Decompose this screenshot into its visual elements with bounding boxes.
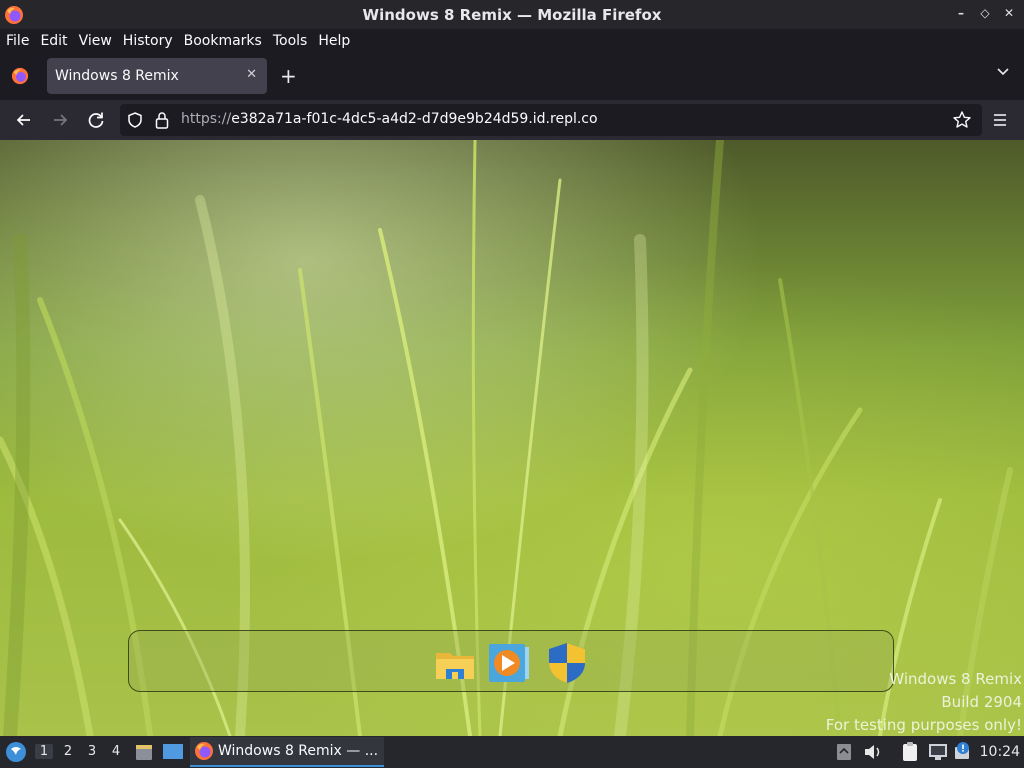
menu-bookmarks[interactable]: Bookmarks [178,33,267,49]
build-watermark: Windows 8 Remix Build 2904 For testing p… [826,668,1022,736]
minimize-button[interactable]: – [954,6,968,20]
window-controls: – ◇ ✕ [954,6,1016,20]
menu-view[interactable]: View [73,33,117,49]
menu-edit[interactable]: Edit [34,33,72,49]
system-taskbar: 1 2 3 4 Windows 8 Remix — ... 10:24 [0,736,1024,768]
window-titlebar: Windows 8 Remix — Mozilla Firefox – ◇ ✕ [0,0,1024,29]
file-manager-icon[interactable] [134,742,154,762]
list-all-tabs-icon[interactable] [996,65,1010,79]
lock-icon[interactable] [154,110,170,130]
tab-bar: Windows 8 Remix ✕ + [0,53,1024,100]
workspace-3[interactable]: 3 [83,744,101,759]
menu-bar: File Edit View History Bookmarks Tools H… [0,29,1024,53]
taskbar-window-label: Windows 8 Remix — ... [218,743,379,759]
address-bar[interactable]: https://e382a71a-f01c-4dc5-a4d2-d7d9e9b2… [120,104,982,136]
firefox-view-icon[interactable] [11,67,29,85]
watermark-line-2: Build 2904 [941,693,1022,711]
forward-arrow-icon[interactable] [49,109,71,131]
app-dock [128,630,894,692]
menu-tools[interactable]: Tools [267,33,313,49]
menu-history[interactable]: History [117,33,178,49]
new-tab-icon[interactable]: + [280,64,297,88]
workspace-2[interactable]: 2 [59,744,77,759]
bookmark-star-icon[interactable] [952,110,972,130]
tab-title: Windows 8 Remix [55,68,179,84]
web-content-desktop[interactable]: Windows 8 Remix Build 2904 For testing p… [0,140,1024,736]
taskbar-clock[interactable]: 10:24 [980,744,1020,760]
network-icon[interactable] [927,742,949,762]
menu-file[interactable]: File [0,33,34,49]
url-host: e382a71a-f01c-4dc5-a4d2-d7d9e9b24d59.id.… [231,111,598,127]
security-shield-icon[interactable] [545,641,589,685]
close-window-button[interactable]: ✕ [1002,6,1016,20]
media-player-icon[interactable] [487,641,531,685]
restore-button[interactable]: ◇ [978,6,992,20]
watermark-line-3: For testing purposes only! [825,716,1022,734]
clipboard-icon[interactable] [900,741,920,763]
back-arrow-icon[interactable] [13,109,35,131]
firefox-logo-icon [5,6,23,24]
taskbar-window-firefox[interactable]: Windows 8 Remix — ... [190,737,384,767]
url-text: https://e382a71a-f01c-4dc5-a4d2-d7d9e9b2… [181,111,598,127]
url-scheme: https:// [181,111,232,127]
window-title: Windows 8 Remix — Mozilla Firefox [362,5,662,24]
volume-icon[interactable] [863,743,883,761]
workspace-4[interactable]: 4 [107,744,125,759]
start-menu-icon[interactable] [5,741,27,763]
firefox-taskbar-icon [195,742,213,760]
notification-icon[interactable] [953,741,973,761]
watermark-line-1: Windows 8 Remix [889,670,1022,688]
workspace-1[interactable]: 1 [35,744,53,759]
file-explorer-icon[interactable] [434,641,478,685]
reload-icon[interactable] [85,109,107,131]
navigation-toolbar: https://e382a71a-f01c-4dc5-a4d2-d7d9e9b2… [0,100,1024,140]
show-desktop-icon[interactable] [162,742,184,762]
menu-help[interactable]: Help [312,33,355,49]
tracking-protection-shield-icon[interactable] [126,111,144,129]
close-tab-icon[interactable]: ✕ [246,67,257,82]
tray-expand-icon[interactable] [836,743,852,761]
hamburger-menu-icon[interactable] [991,111,1009,129]
tab-windows-8-remix[interactable]: Windows 8 Remix ✕ [47,58,267,94]
